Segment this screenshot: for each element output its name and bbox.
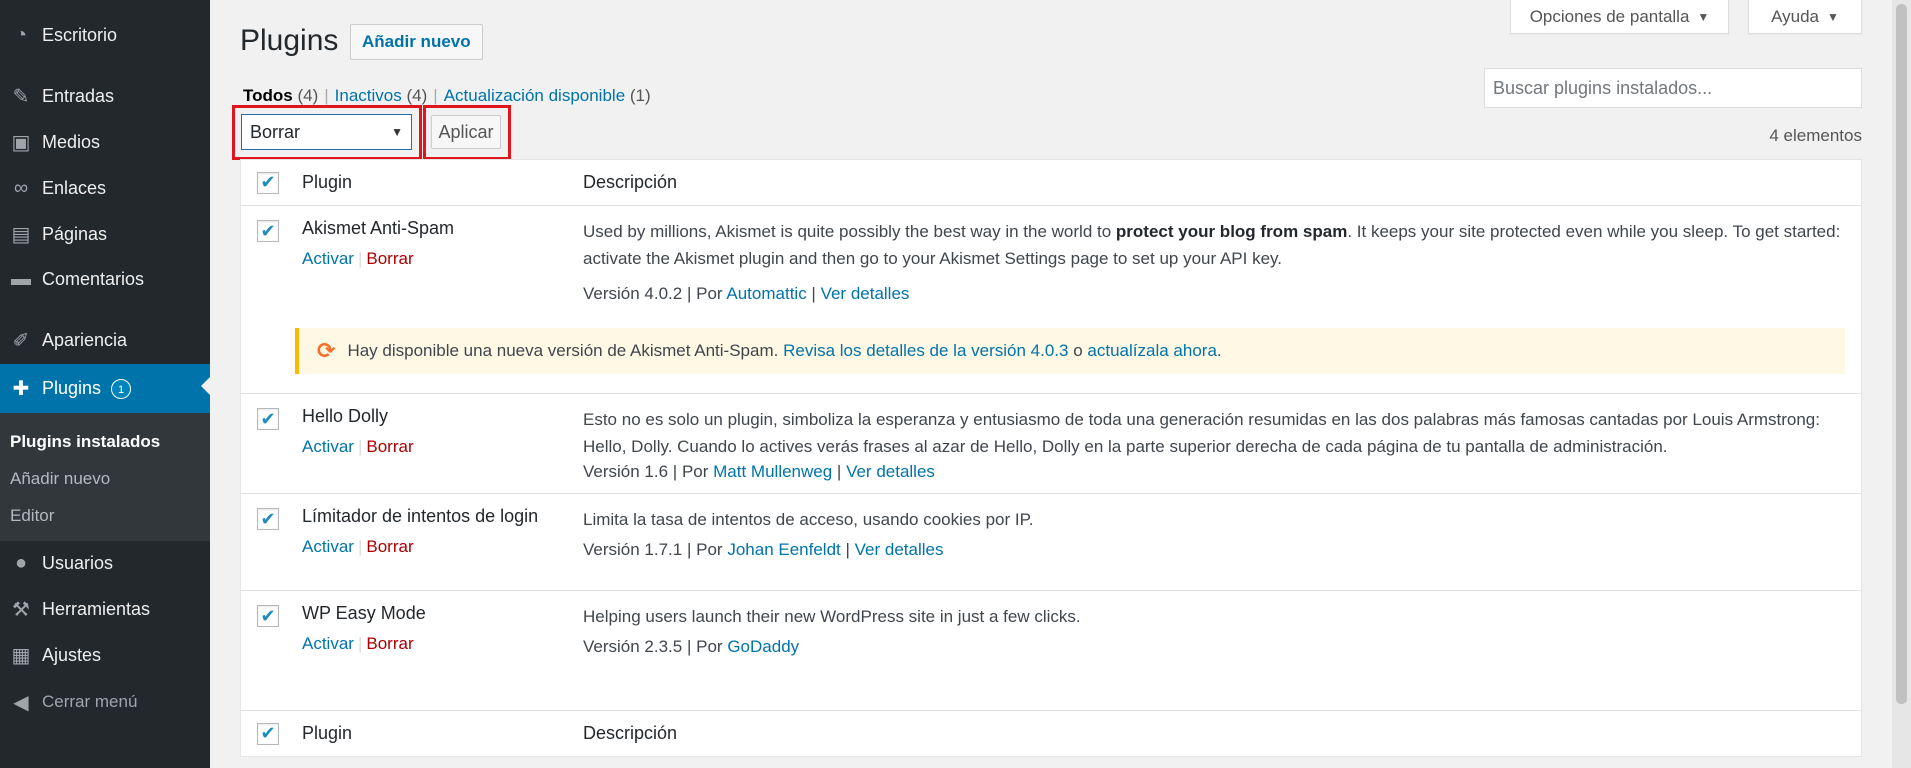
submenu-installed-plugins[interactable]: Plugins instalados bbox=[0, 423, 210, 460]
collapse-icon: ◀ bbox=[13, 691, 29, 714]
table-footer: ✔ Plugin Descripción bbox=[241, 710, 1861, 756]
row-actions: Activar | Borrar bbox=[302, 437, 414, 456]
delete-link[interactable]: Borrar bbox=[366, 249, 413, 268]
menu-comments[interactable]: ▬ Comentarios bbox=[0, 257, 210, 301]
update-notice: ⟳ Hay disponible una nueva versión de Ak… bbox=[295, 328, 1845, 374]
activate-link[interactable]: Activar bbox=[302, 537, 354, 556]
column-header-description: Descripción bbox=[583, 172, 678, 192]
search-plugins-input[interactable] bbox=[1484, 68, 1862, 108]
filter-all[interactable]: Todos (4) bbox=[243, 86, 318, 105]
plugin-meta: Versión 2.3.5 | Por GoDaddy bbox=[583, 637, 800, 656]
view-details-link[interactable]: Ver detalles bbox=[855, 540, 944, 559]
pin-icon: ✎ bbox=[12, 85, 30, 108]
screen-options-button[interactable]: Opciones de pantalla ▼ bbox=[1510, 0, 1729, 34]
plugins-submenu: Plugins instalados Añadir nuevo Editor bbox=[0, 413, 210, 541]
view-details-link[interactable]: Ver detalles bbox=[846, 462, 935, 481]
settings-icon: ▦ bbox=[11, 644, 31, 667]
plugins-table: ✔ Plugin Descripción ✔ Akismet Anti-Spam… bbox=[240, 159, 1862, 757]
link-icon: ∞ bbox=[13, 176, 29, 199]
column-footer-plugin: Plugin bbox=[302, 723, 353, 743]
chevron-down-icon: ▼ bbox=[1697, 9, 1710, 24]
table-row: ✔ WP Easy Mode Activar | Borrar Helping us… bbox=[241, 591, 1861, 688]
add-new-plugin-button[interactable]: Añadir nuevo bbox=[350, 24, 483, 60]
update-icon: ⟳ bbox=[317, 338, 336, 363]
plugin-description: Limita la tasa de intentos de acceso, us… bbox=[583, 510, 1034, 529]
menu-plugins[interactable]: ✚ Plugins 1 bbox=[0, 364, 210, 413]
author-link[interactable]: Matt Mullenweg bbox=[713, 462, 832, 481]
menu-links[interactable]: ∞ Enlaces bbox=[0, 166, 210, 210]
dropdown-arrow-icon: ▼ bbox=[391, 125, 403, 139]
pages-icon: ▤ bbox=[11, 223, 31, 246]
plugin-name: WP Easy Mode bbox=[302, 603, 426, 623]
version-details-link[interactable]: Revisa los detalles de la versión 4.0.3 bbox=[783, 341, 1068, 361]
collapse-menu-button[interactable]: ◀ Cerrar menú bbox=[0, 680, 210, 724]
menu-users[interactable]: ● Usuarios bbox=[0, 541, 210, 585]
menu-appearance[interactable]: ✐ Apariencia bbox=[0, 318, 210, 362]
plugin-description: Esto no es solo un plugin, simboliza la … bbox=[583, 410, 1820, 456]
user-icon: ● bbox=[14, 551, 28, 574]
row-checkbox[interactable]: ✔ bbox=[257, 408, 279, 430]
brush-icon: ✐ bbox=[12, 329, 30, 352]
activate-link[interactable]: Activar bbox=[302, 249, 354, 268]
row-actions: Activar | Borrar bbox=[302, 249, 414, 268]
column-header-plugin: Plugin bbox=[302, 172, 353, 192]
filter-update-available[interactable]: Actualización disponible (1) bbox=[444, 86, 651, 105]
row-actions: Activar | Borrar bbox=[302, 537, 414, 556]
submenu-editor[interactable]: Editor bbox=[0, 497, 210, 534]
delete-link[interactable]: Borrar bbox=[366, 437, 413, 456]
items-count: 4 elementos bbox=[1769, 126, 1862, 145]
table-row: ✔ Hello Dolly Activar | Borrar Esto no es … bbox=[241, 394, 1861, 494]
scrollbar-thumb[interactable] bbox=[1896, 4, 1907, 704]
row-actions: Activar | Borrar bbox=[302, 634, 414, 653]
plugin-name: Hello Dolly bbox=[302, 406, 389, 426]
menu-pages[interactable]: ▤ Páginas bbox=[0, 212, 210, 256]
menu-settings[interactable]: ▦ Ajustes bbox=[0, 633, 210, 677]
plugin-status-filters: Todos (4) | Inactivos (4) | Actualización di… bbox=[243, 86, 651, 105]
view-details-link[interactable]: Ver detalles bbox=[821, 284, 910, 303]
submenu-add-new[interactable]: Añadir nuevo bbox=[0, 460, 210, 497]
plugin-meta: Versión 1.6 | Por Matt Mullenweg | Ver d… bbox=[583, 462, 935, 481]
author-link[interactable]: Johan Eenfeldt bbox=[727, 540, 840, 559]
plugin-name: Límitador de intentos de login bbox=[302, 506, 539, 526]
table-row: ✔ Límitador de intentos de login Activar… bbox=[241, 494, 1861, 591]
plugin-icon: ✚ bbox=[12, 378, 30, 400]
row-checkbox[interactable]: ✔ bbox=[257, 508, 279, 530]
activate-link[interactable]: Activar bbox=[302, 437, 354, 456]
media-icon: ▣ bbox=[11, 131, 31, 154]
update-count-badge: 1 bbox=[111, 378, 132, 399]
filter-inactive[interactable]: Inactivos (4) bbox=[335, 86, 428, 105]
row-checkbox[interactable]: ✔ bbox=[257, 605, 279, 627]
chevron-down-icon: ▼ bbox=[1827, 9, 1839, 24]
column-footer-description: Descripción bbox=[583, 723, 678, 743]
bulk-actions-select[interactable]: Borrar ▼ bbox=[241, 114, 412, 150]
help-button[interactable]: Ayuda ▼ bbox=[1748, 0, 1862, 34]
plugin-name: Akismet Anti-Spam bbox=[302, 218, 455, 238]
scrollbar[interactable] bbox=[1892, 0, 1911, 768]
plugin-description: Helping users launch their new WordPress… bbox=[583, 607, 1081, 626]
select-all-checkbox-footer[interactable]: ✔ bbox=[257, 722, 279, 745]
admin-sidebar: ◔ Escritorio ✎ Entradas ▣ Medios ∞ Enlac… bbox=[0, 0, 210, 768]
menu-posts[interactable]: ✎ Entradas bbox=[0, 74, 210, 118]
page-title: Plugins bbox=[240, 24, 339, 57]
delete-link[interactable]: Borrar bbox=[366, 634, 413, 653]
select-all-checkbox[interactable]: ✔ bbox=[257, 171, 279, 194]
author-link[interactable]: Automattic bbox=[726, 284, 806, 303]
plugin-description: Used by millions, Akismet is quite possi… bbox=[583, 222, 1841, 268]
row-checkbox[interactable]: ✔ bbox=[257, 220, 279, 242]
plugin-meta: Versión 1.7.1 | Por Johan Eenfeldt | Ver… bbox=[583, 540, 944, 559]
table-header: ✔ Plugin Descripción bbox=[241, 160, 1861, 206]
comment-icon: ▬ bbox=[11, 267, 31, 290]
table-row: ✔ Akismet Anti-Spam Activar | Borrar Used … bbox=[241, 206, 1861, 394]
wrench-icon: ⚒ bbox=[12, 598, 30, 621]
author-link[interactable]: GoDaddy bbox=[727, 637, 799, 656]
activate-link[interactable]: Activar bbox=[302, 634, 354, 653]
menu-media[interactable]: ▣ Medios bbox=[0, 120, 210, 164]
menu-tools[interactable]: ⚒ Herramientas bbox=[0, 587, 210, 631]
update-now-link[interactable]: actualízala ahora bbox=[1087, 341, 1216, 361]
dashboard-icon: ◔ bbox=[14, 23, 28, 46]
menu-dashboard[interactable]: ◔ Escritorio bbox=[0, 13, 210, 57]
apply-bulk-action-button[interactable]: Aplicar bbox=[431, 115, 501, 149]
delete-link[interactable]: Borrar bbox=[366, 537, 413, 556]
plugin-meta: Versión 4.0.2 | Por Automattic | Ver det… bbox=[583, 284, 910, 303]
